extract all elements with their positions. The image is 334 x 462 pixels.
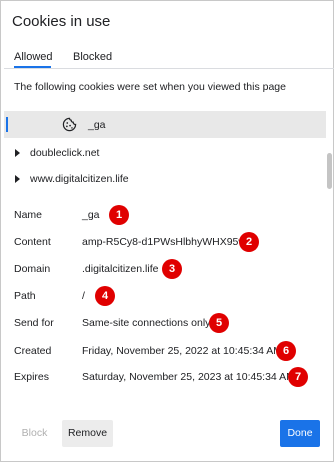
tree-item-selected-cookie[interactable]: _ga — [4, 111, 326, 138]
tab-blocked[interactable]: Blocked — [73, 51, 112, 63]
dialog-title: Cookies in use — [12, 13, 111, 30]
detail-row-domain: Domain .digitalcitizen.life 3 — [14, 259, 324, 279]
site-label: www.digitalcitizen.life — [30, 173, 129, 185]
detail-label: Content — [14, 236, 51, 248]
detail-value: Friday, November 25, 2022 at 10:45:34 AM — [82, 345, 283, 357]
detail-label: Created — [14, 345, 52, 357]
detail-row-created: Created Friday, November 25, 2022 at 10:… — [14, 341, 324, 361]
tab-allowed[interactable]: Allowed — [14, 51, 53, 63]
expand-arrow-icon[interactable] — [15, 175, 20, 183]
selected-cookie-name: _ga — [88, 119, 106, 131]
detail-label: Name — [14, 209, 43, 221]
expand-arrow-icon[interactable] — [15, 149, 20, 157]
detail-row-content: Content amp-R5Cy8-d1PWsHlbhyWHX95w 2 — [14, 232, 324, 252]
tree-item-doubleclick[interactable]: doubleclick.net — [4, 139, 326, 166]
detail-value: / — [82, 290, 85, 302]
detail-row-send-for: Send for Same-site connections only 5 — [14, 313, 324, 333]
detail-row-path: Path / 4 — [14, 286, 324, 306]
selection-indicator — [6, 117, 8, 132]
block-button[interactable]: Block — [12, 420, 57, 447]
site-label: doubleclick.net — [30, 147, 100, 159]
tree-scrollbar[interactable] — [326, 109, 334, 395]
callout-badge: 6 — [276, 341, 296, 361]
callout-badge: 1 — [109, 205, 129, 225]
detail-value: amp-R5Cy8-d1PWsHlbhyWHX95w — [82, 236, 246, 248]
detail-value: _ga — [82, 209, 100, 221]
tree-item-digitalcitizen[interactable]: www.digitalcitizen.life — [4, 165, 326, 192]
detail-row-name: Name _ga 1 — [14, 205, 324, 225]
detail-label: Path — [14, 290, 36, 302]
callout-badge: 2 — [239, 232, 259, 252]
info-text: The following cookies were set when you … — [14, 81, 286, 93]
callout-badge: 4 — [95, 286, 115, 306]
remove-button[interactable]: Remove — [62, 420, 113, 447]
detail-value: Saturday, November 25, 2023 at 10:45:34 … — [82, 371, 295, 383]
detail-value: .digitalcitizen.life — [82, 263, 159, 275]
detail-label: Domain — [14, 263, 51, 275]
scroll-thumb[interactable] — [327, 153, 332, 189]
tabs-divider — [4, 68, 334, 69]
detail-value: Same-site connections only — [82, 317, 211, 329]
cookies-dialog: Cookies in use Allowed Blocked The follo… — [0, 0, 334, 462]
callout-badge: 7 — [288, 367, 308, 387]
cookie-icon — [62, 117, 77, 132]
callout-badge: 3 — [162, 259, 182, 279]
detail-label: Send for — [14, 317, 54, 329]
callout-badge: 5 — [209, 313, 229, 333]
detail-label: Expires — [14, 371, 50, 383]
done-button[interactable]: Done — [280, 420, 320, 447]
detail-row-expires: Expires Saturday, November 25, 2023 at 1… — [14, 367, 324, 387]
